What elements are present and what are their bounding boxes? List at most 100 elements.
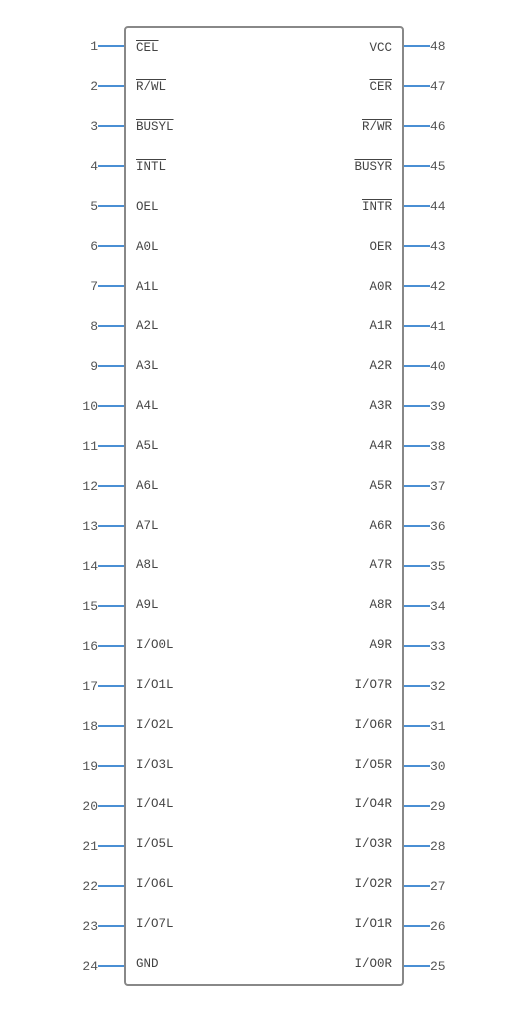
right-pin-line-37 xyxy=(404,485,430,487)
right-inner-label-27: I/O2R xyxy=(354,878,392,891)
left-inner-label-14: A8L xyxy=(136,559,174,572)
right-pin-numbers: 4847464544434241403938373635343332313029… xyxy=(430,26,452,986)
right-inner-label-39: A3R xyxy=(369,400,392,413)
right-pin-number-44: 44 xyxy=(430,200,452,213)
left-pin-number-20: 20 xyxy=(76,800,98,813)
right-pin-line-40 xyxy=(404,365,430,367)
right-inner-label-36: A6R xyxy=(369,520,392,533)
right-inner-label-44: INTR xyxy=(362,201,392,214)
left-pin-number-23: 23 xyxy=(76,920,98,933)
right-pin-line-39 xyxy=(404,405,430,407)
left-inner-label-7: A1L xyxy=(136,281,174,294)
left-pin-line-23 xyxy=(98,925,124,927)
left-pin-line-19 xyxy=(98,765,124,767)
right-pin-number-45: 45 xyxy=(430,160,452,173)
left-pin-line-16 xyxy=(98,645,124,647)
right-inner-label-34: A8R xyxy=(369,599,392,612)
right-pin-number-40: 40 xyxy=(430,360,452,373)
right-inner-label-47: CER xyxy=(369,81,392,94)
left-pin-number-9: 9 xyxy=(76,360,98,373)
right-pin-line-25 xyxy=(404,965,430,967)
left-inner-label-9: A3L xyxy=(136,360,174,373)
left-pin-line-9 xyxy=(98,365,124,367)
left-pin-number-15: 15 xyxy=(76,600,98,613)
right-pin-number-32: 32 xyxy=(430,680,452,693)
right-inner-label-43: OER xyxy=(369,241,392,254)
right-pin-line-28 xyxy=(404,845,430,847)
left-pin-number-22: 22 xyxy=(76,880,98,893)
right-pin-number-29: 29 xyxy=(430,800,452,813)
right-pin-line-31 xyxy=(404,725,430,727)
left-pin-line-11 xyxy=(98,445,124,447)
left-inner-label-6: A0L xyxy=(136,241,174,254)
left-pin-number-13: 13 xyxy=(76,520,98,533)
right-pin-line-41 xyxy=(404,325,430,327)
ic-diagram: 123456789101112131415161718192021222324 … xyxy=(0,0,528,1012)
left-pin-line-4 xyxy=(98,165,124,167)
right-pin-line-30 xyxy=(404,765,430,767)
right-pin-line-29 xyxy=(404,805,430,807)
left-pin-number-24: 24 xyxy=(76,960,98,973)
left-inner-label-17: I/O1L xyxy=(136,679,174,692)
left-pin-line-24 xyxy=(98,965,124,967)
left-inner-label-11: A5L xyxy=(136,440,174,453)
right-pin-number-25: 25 xyxy=(430,960,452,973)
left-pin-line-22 xyxy=(98,885,124,887)
right-pin-line-45 xyxy=(404,165,430,167)
right-pin-lines xyxy=(404,26,430,986)
right-pin-number-33: 33 xyxy=(430,640,452,653)
left-inner-label-4: INTL xyxy=(136,161,174,174)
right-inner-label-33: A9R xyxy=(369,639,392,652)
right-pin-line-32 xyxy=(404,685,430,687)
right-pin-line-34 xyxy=(404,605,430,607)
left-inner-label-2: R/WL xyxy=(136,81,174,94)
left-pin-line-1 xyxy=(98,45,124,47)
right-pin-line-33 xyxy=(404,645,430,647)
left-inner-label-5: OEL xyxy=(136,201,174,214)
right-inner-label-35: A7R xyxy=(369,559,392,572)
right-inner-label-38: A4R xyxy=(369,440,392,453)
right-inner-label-31: I/O6R xyxy=(354,719,392,732)
right-pin-number-46: 46 xyxy=(430,120,452,133)
right-pin-line-46 xyxy=(404,125,430,127)
left-pin-line-10 xyxy=(98,405,124,407)
left-inner-label-18: I/O2L xyxy=(136,719,174,732)
left-pin-line-14 xyxy=(98,565,124,567)
left-pin-lines xyxy=(98,26,124,986)
right-inner-label-29: I/O4R xyxy=(354,798,392,811)
left-inner-label-16: I/O0L xyxy=(136,639,174,652)
left-pin-line-3 xyxy=(98,125,124,127)
right-pin-number-27: 27 xyxy=(430,880,452,893)
left-pin-line-17 xyxy=(98,685,124,687)
left-pin-number-7: 7 xyxy=(76,280,98,293)
right-pin-number-35: 35 xyxy=(430,560,452,573)
right-pin-number-34: 34 xyxy=(430,600,452,613)
left-pin-line-6 xyxy=(98,245,124,247)
left-pin-number-8: 8 xyxy=(76,320,98,333)
right-inner-label-45: BUSYR xyxy=(354,161,392,174)
right-pin-number-42: 42 xyxy=(430,280,452,293)
left-pin-number-6: 6 xyxy=(76,240,98,253)
left-inner-label-1: CEL xyxy=(136,42,174,55)
right-inner-label-41: A1R xyxy=(369,320,392,333)
left-pin-line-8 xyxy=(98,325,124,327)
right-pin-number-30: 30 xyxy=(430,760,452,773)
right-pin-line-35 xyxy=(404,565,430,567)
right-pin-number-26: 26 xyxy=(430,920,452,933)
right-pin-line-43 xyxy=(404,245,430,247)
right-pin-number-36: 36 xyxy=(430,520,452,533)
right-inner-label-48: VCC xyxy=(369,42,392,55)
left-pin-number-11: 11 xyxy=(76,440,98,453)
left-pin-number-4: 4 xyxy=(76,160,98,173)
right-pin-number-41: 41 xyxy=(430,320,452,333)
left-pin-number-19: 19 xyxy=(76,760,98,773)
right-pin-line-44 xyxy=(404,205,430,207)
left-pin-number-12: 12 xyxy=(76,480,98,493)
right-pin-number-28: 28 xyxy=(430,840,452,853)
left-pin-line-20 xyxy=(98,805,124,807)
left-pin-number-21: 21 xyxy=(76,840,98,853)
left-pin-line-5 xyxy=(98,205,124,207)
left-pin-line-18 xyxy=(98,725,124,727)
right-inner-label-28: I/O3R xyxy=(354,838,392,851)
right-pin-number-43: 43 xyxy=(430,240,452,253)
